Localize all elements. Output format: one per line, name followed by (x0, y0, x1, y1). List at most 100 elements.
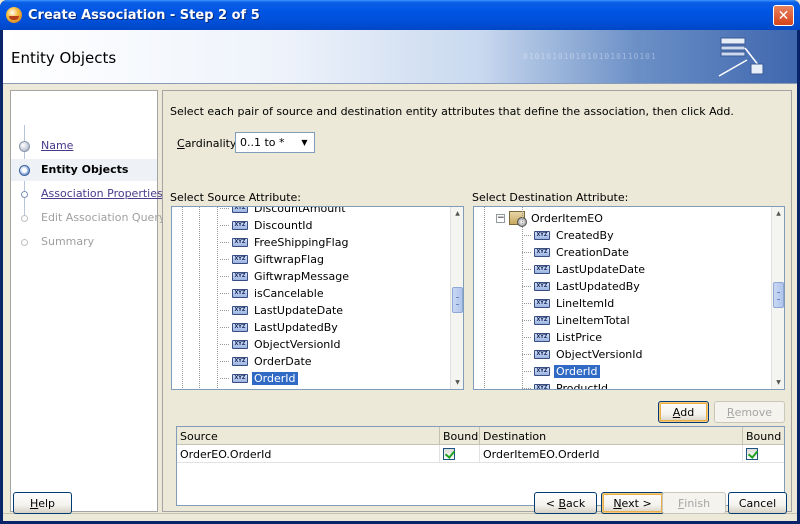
tree-node-attribute[interactable]: XYZ OrderId (522, 363, 600, 379)
destination-tree-scrollbar[interactable]: ▲ ▼ (771, 207, 784, 389)
attribute-icon: XYZ (232, 237, 248, 247)
scroll-down-icon[interactable]: ▼ (451, 376, 463, 389)
add-button[interactable]: Add (658, 401, 709, 423)
source-bound-checkbox[interactable] (443, 448, 455, 460)
tree-node-attribute[interactable]: XYZ LastUpdatedBy (522, 278, 642, 294)
tree-node-attribute[interactable]: XYZ CreationDate (522, 244, 631, 260)
remove-button: Remove (714, 401, 785, 423)
tree-node-attribute[interactable]: XYZ LastUpdateDate (220, 302, 345, 318)
tree-node-label: LastUpdatedBy (556, 279, 640, 293)
tree-node-attribute[interactable]: XYZ CreatedBy (522, 227, 616, 243)
attribute-icon: XYZ (232, 207, 248, 213)
tree-node-label: OrderDate (254, 354, 312, 368)
tree-node-label: ObjectVersionId (556, 347, 643, 361)
scroll-down-icon[interactable]: ▼ (772, 376, 784, 389)
attribute-icon: XYZ (534, 298, 550, 308)
collapse-icon[interactable]: − (496, 213, 505, 223)
nav-item-name[interactable]: Name (11, 135, 157, 157)
scroll-up-icon[interactable]: ▲ (451, 207, 463, 220)
cardinality-select[interactable]: 0..1 to * ▼ (235, 132, 315, 153)
tree-node-attribute[interactable]: XYZ GiftwrapMessage (220, 268, 351, 284)
tree-node-orderitemeo[interactable]: − OrderItemEO (496, 210, 605, 227)
wizard-graphic-icon (718, 37, 764, 77)
tree-node-label: GiftwrapMessage (254, 269, 350, 283)
scroll-thumb[interactable] (773, 282, 784, 308)
attribute-icon: XYZ (232, 322, 248, 332)
cardinality-value: 0..1 to * (240, 136, 285, 149)
tree-node-attribute[interactable]: XYZ LastUpdatedBy (220, 319, 340, 335)
destination-attribute-tree[interactable]: − OrderItemEO XYZ CreatedBy XYZ CreationDat… (473, 206, 785, 390)
tree-node-attribute[interactable]: XYZ ObjectVersionId (220, 336, 343, 352)
tree-node-attribute[interactable]: XYZ FreeShippingFlag (220, 234, 350, 250)
attribute-icon: XYZ (232, 356, 248, 366)
tree-connector (522, 269, 532, 270)
cardinality-label: Cardinality: (177, 137, 240, 150)
cancel-button[interactable]: Cancel (728, 492, 787, 514)
tree-connector (522, 337, 532, 338)
tree-connector (220, 344, 230, 345)
tree-connector (522, 286, 532, 287)
tree-node-attribute[interactable]: XYZ LineItemId (522, 295, 616, 311)
wizard-main-panel: Select each pair of source and destinati… (162, 90, 792, 512)
next-button[interactable]: Next > (601, 492, 664, 514)
tree-node-attribute[interactable]: XYZ ListPrice (522, 329, 604, 345)
attribute-icon: XYZ (232, 254, 248, 264)
source-attribute-tree[interactable]: XYZ DiscountAmount XYZ DiscountId XYZ FreeShi… (171, 206, 464, 390)
dialog-client: Entity Objects 01010101010101010110101 N… (3, 30, 797, 521)
tree-node-attribute[interactable]: XYZ LineItemTotal (522, 312, 632, 328)
nav-item-association-properties[interactable]: Association Properties (11, 183, 163, 205)
close-button[interactable]: ✕ (773, 5, 794, 26)
tree-node-label: OrderId (252, 371, 298, 385)
title-bar[interactable]: Create Association - Step 2 of 5 ✕ (0, 0, 800, 30)
close-icon: ✕ (777, 7, 790, 24)
column-header-destination-bound[interactable]: Bound (743, 427, 784, 445)
tree-node-attribute[interactable]: XYZ ObjectVersionId (522, 346, 645, 362)
tree-node-attribute[interactable]: XYZ DiscountId (220, 217, 315, 233)
attribute-icon: XYZ (534, 349, 550, 359)
nav-item-label[interactable]: Name (41, 139, 73, 152)
source-tree-scrollbar[interactable]: ▲ ▼ (450, 207, 463, 389)
scroll-thumb[interactable] (452, 287, 463, 313)
tree-node-attribute[interactable]: XYZ DiscountAmount (220, 207, 348, 216)
help-button[interactable]: Help (13, 492, 72, 514)
app-icon (6, 7, 22, 23)
tree-connector (522, 388, 532, 389)
tree-node-attribute[interactable]: XYZ OrderDate (220, 353, 314, 369)
nav-item-label: Summary (41, 235, 95, 248)
tree-node-attribute[interactable]: XYZOrderItems (232, 387, 318, 390)
tree-node-label: CreationDate (556, 245, 629, 259)
step-bullet-icon (21, 215, 28, 222)
tree-node-label: LastUpdateDate (254, 303, 344, 317)
wizard-header: Entity Objects 01010101010101010110101 (3, 30, 797, 84)
dialog-window: Create Association - Step 2 of 5 ✕ Entit… (0, 0, 800, 524)
tree-node-attribute[interactable]: XYZ OrderId (220, 370, 298, 386)
wizard-step-nav: Name Entity Objects Association Properti… (10, 90, 165, 512)
tree-node-label: GiftwrapFlag (254, 252, 324, 266)
tree-node-attribute[interactable]: XYZ ProductId (522, 380, 610, 389)
back-button[interactable]: < Back (534, 492, 597, 514)
column-header-source[interactable]: Source (177, 427, 440, 445)
destination-bound-checkbox[interactable] (746, 448, 758, 460)
nav-item-label[interactable]: Association Properties (41, 187, 163, 200)
nav-item-entity-objects[interactable]: Entity Objects (11, 159, 157, 181)
window-title: Create Association - Step 2 of 5 (28, 7, 260, 23)
table-row[interactable]: OrderEO.OrderId OrderItemEO.OrderId (177, 445, 784, 463)
tree-node-attribute[interactable]: XYZ isCancelable (220, 285, 326, 301)
page-title: Entity Objects (11, 49, 117, 67)
tree-connector (220, 208, 230, 209)
nav-item-label: Entity Objects (41, 163, 129, 176)
step-bullet-icon (21, 191, 28, 198)
tree-guide-line (522, 207, 523, 389)
chevron-down-icon[interactable]: ▼ (296, 134, 313, 151)
tree-node-attribute[interactable]: XYZ GiftwrapFlag (220, 251, 326, 267)
tree-node-attribute[interactable]: XYZ LastUpdateDate (522, 261, 647, 277)
tree-node-label: LastUpdatedBy (254, 320, 338, 334)
source-tree-content: XYZ DiscountAmount XYZ DiscountId XYZ FreeShi… (172, 207, 449, 389)
scroll-up-icon[interactable]: ▲ (772, 207, 784, 220)
column-header-source-bound[interactable]: Bound (440, 427, 480, 445)
tree-node-label: ObjectVersionId (254, 337, 341, 351)
tree-connector (522, 303, 532, 304)
column-header-destination[interactable]: Destination (480, 427, 743, 445)
tree-connector (220, 276, 230, 277)
tree-connector (220, 327, 230, 328)
